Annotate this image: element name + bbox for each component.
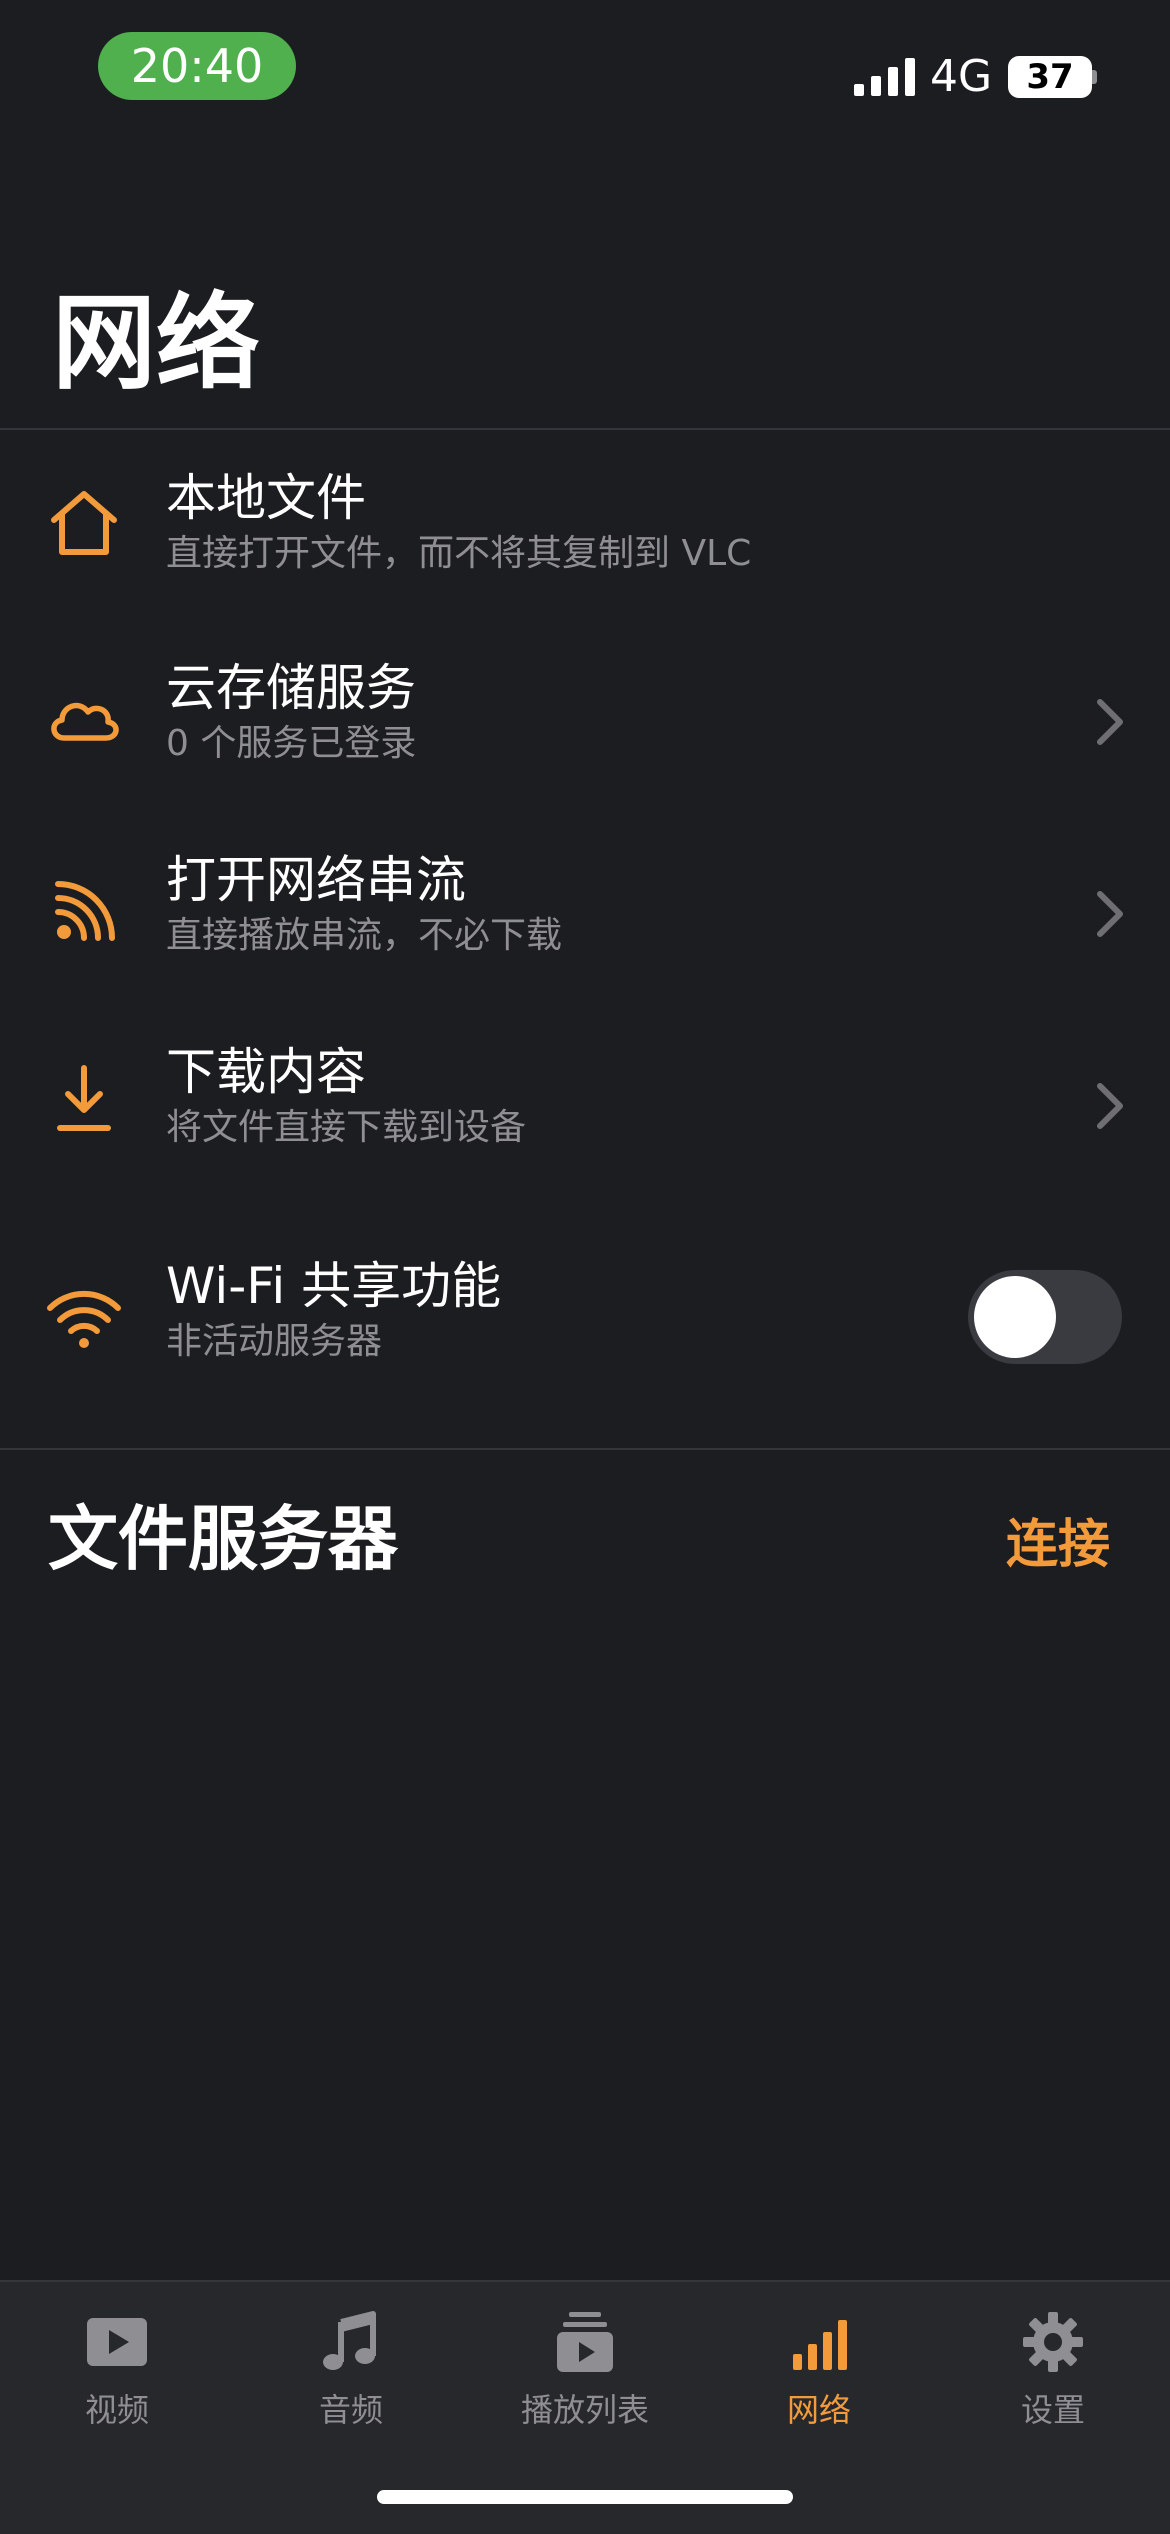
tab-playlist[interactable]: 播放列表	[468, 2282, 702, 2482]
list-item-local-files[interactable]: 本地文件 直接打开文件，而不将其复制到 VLC	[0, 440, 1170, 620]
list-item-title: 下载内容	[166, 1043, 366, 1101]
toggle-knob	[974, 1276, 1056, 1358]
list-item-subtitle: 直接播放串流，不必下载	[166, 915, 563, 956]
tab-label: 设置	[1020, 2391, 1085, 2429]
list-item-subtitle: 直接打开文件，而不将其复制到 VLC	[166, 533, 752, 574]
network-type: 4G	[930, 51, 993, 102]
tab-label: 视频	[84, 2391, 149, 2429]
tab-label: 音频	[318, 2391, 383, 2429]
wifi-icon	[47, 1290, 121, 1348]
signal-strength-icon	[854, 58, 915, 96]
tab-label: 网络	[786, 2391, 851, 2429]
list-item-title: Wi-Fi 共享功能	[166, 1257, 502, 1315]
battery-tip	[1092, 70, 1097, 84]
list-item-title: 本地文件	[166, 469, 366, 527]
video-icon	[87, 2318, 147, 2366]
music-icon	[323, 2311, 376, 2370]
title-divider	[0, 428, 1170, 430]
page-title: 网络	[52, 282, 261, 404]
section-divider	[0, 1448, 1170, 1450]
list-item-network-stream[interactable]: 打开网络串流 直接播放串流，不必下载	[0, 824, 1170, 1004]
tab-label: 播放列表	[520, 2391, 649, 2429]
list-item-title: 云存储服务	[166, 659, 416, 717]
file-servers-title: 文件服务器	[48, 1498, 398, 1580]
list-item-subtitle: 将文件直接下载到设备	[166, 1107, 527, 1148]
tab-network[interactable]: 网络	[702, 2282, 936, 2482]
playlist-icon	[557, 2312, 613, 2372]
download-icon	[57, 1065, 111, 1131]
gear-icon	[1023, 2312, 1083, 2372]
cloud-icon	[51, 702, 119, 741]
status-time: 20:40	[98, 32, 296, 100]
network-icon	[793, 2320, 847, 2370]
wifi-sharing-toggle[interactable]	[968, 1270, 1122, 1364]
battery-level: 37	[1008, 56, 1092, 98]
tab-settings[interactable]: 设置	[936, 2282, 1170, 2482]
stream-icon	[55, 881, 115, 941]
tab-video[interactable]: 视频	[0, 2282, 234, 2482]
chevron-right-icon	[1097, 699, 1123, 745]
list-item-cloud-services[interactable]: 云存储服务 0 个服务已登录	[0, 632, 1170, 812]
list-item-subtitle: 0 个服务已登录	[166, 723, 417, 764]
home-icon	[51, 491, 117, 555]
list-item-title: 打开网络串流	[166, 851, 466, 909]
list-item-download[interactable]: 下载内容 将文件直接下载到设备	[0, 1016, 1170, 1196]
chevron-right-icon	[1097, 1083, 1123, 1129]
chevron-right-icon	[1097, 891, 1123, 937]
tab-audio[interactable]: 音频	[234, 2282, 468, 2482]
status-bar: 20:40 4G 37	[0, 0, 1170, 140]
list-item-subtitle: 非活动服务器	[166, 1321, 383, 1362]
connect-button[interactable]: 连接	[1006, 1510, 1110, 1580]
home-indicator[interactable]	[377, 2490, 793, 2504]
